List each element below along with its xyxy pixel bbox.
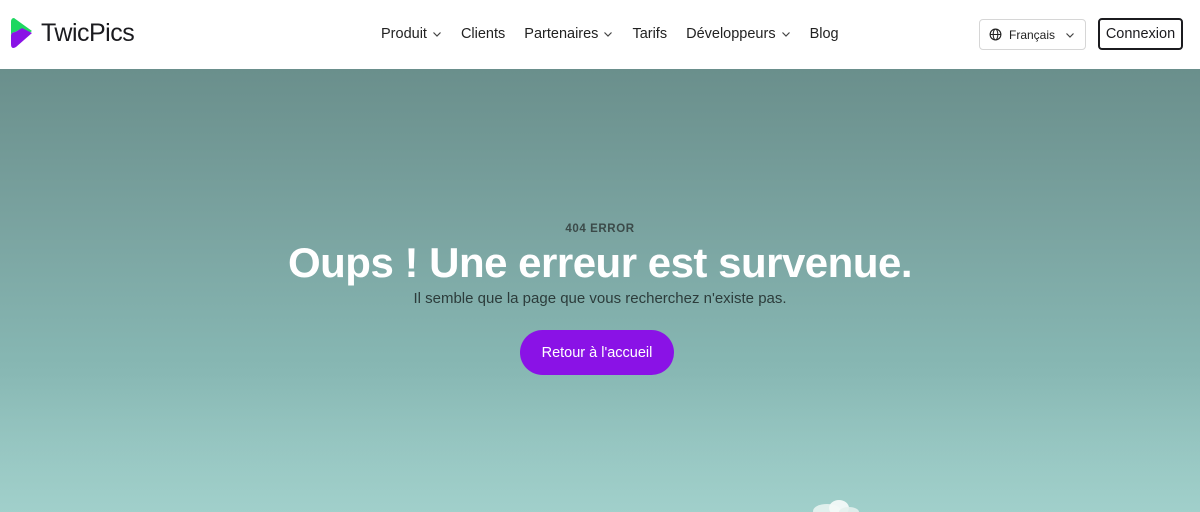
nav-item-produit[interactable]: Produit bbox=[381, 26, 442, 42]
chevron-down-icon bbox=[433, 32, 441, 37]
language-selector[interactable]: Français bbox=[979, 19, 1086, 50]
nav-item-label: Produit bbox=[381, 26, 427, 42]
globe-icon bbox=[989, 28, 1002, 41]
page-title: Oups ! Une erreur est survenue. bbox=[287, 239, 913, 286]
nav-item-clients[interactable]: Clients bbox=[461, 26, 505, 42]
brand-logo[interactable]: TwicPics bbox=[10, 16, 135, 50]
back-home-button[interactable]: Retour à l'accueil bbox=[520, 330, 674, 375]
chevron-down-icon bbox=[604, 32, 613, 37]
error-code-label: 404 ERROR bbox=[565, 223, 635, 235]
language-selected: Français bbox=[1009, 27, 1056, 42]
chevron-down-icon bbox=[781, 32, 790, 37]
error-message: Il semble que la page que vous recherche… bbox=[413, 290, 787, 307]
nav-item-tarifs[interactable]: Tarifs bbox=[632, 26, 667, 42]
brand-name: TwicPics bbox=[41, 18, 135, 47]
nav-item-label: Tarifs bbox=[632, 26, 668, 42]
nav-item-label: Blog bbox=[809, 26, 839, 42]
login-button[interactable]: Connexion bbox=[1098, 18, 1183, 50]
main-nav: Produit Clients Partenaires Tarifs Dével… bbox=[381, 24, 839, 44]
nav-item-blog[interactable]: Blog bbox=[810, 26, 839, 42]
nav-item-label: Partenaires bbox=[524, 26, 599, 42]
cloud-decoration bbox=[813, 500, 859, 512]
hero-background-haze bbox=[0, 372, 1200, 512]
twicpics-logo-icon bbox=[11, 18, 32, 48]
nav-item-developpeurs[interactable]: Développeurs bbox=[686, 26, 790, 42]
chevron-down-icon bbox=[1066, 32, 1074, 38]
error-hero: 404 ERROR Oups ! Une erreur est survenue… bbox=[0, 69, 1200, 512]
nav-item-label: Développeurs bbox=[686, 26, 776, 42]
site-header: TwicPics Produit Clients Partenaires Tar… bbox=[0, 0, 1200, 69]
nav-item-label: Clients bbox=[460, 26, 506, 42]
nav-item-partenaires[interactable]: Partenaires bbox=[524, 26, 613, 42]
